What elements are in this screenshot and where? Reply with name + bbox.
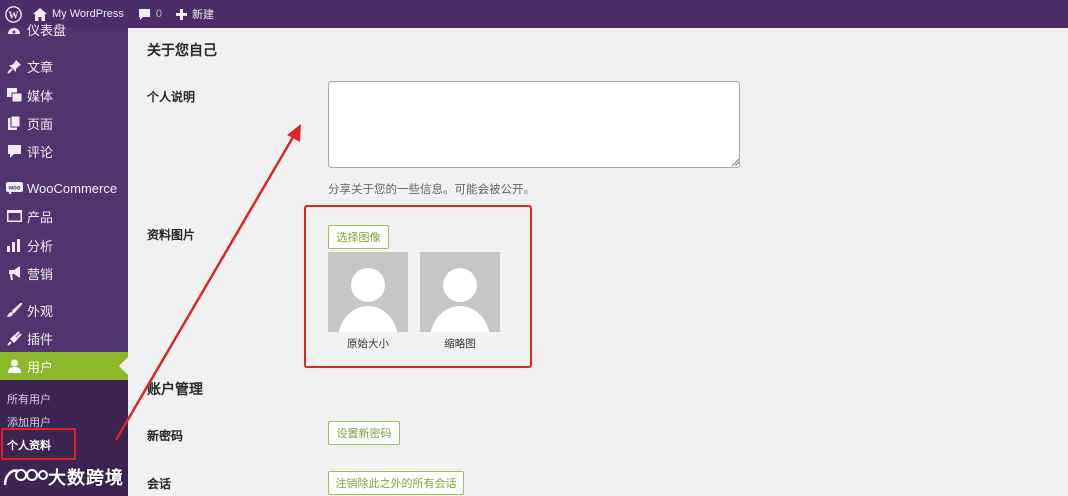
media-icon bbox=[5, 86, 23, 104]
menu-item-media[interactable]: 媒体 bbox=[0, 81, 128, 109]
watermark-text: 大数跨境 bbox=[48, 468, 124, 488]
menu-item-woocommerce[interactable]: woo WooCommerce bbox=[0, 174, 128, 202]
new-content-link[interactable]: 新建 bbox=[169, 0, 221, 28]
watermark: 大数跨境 bbox=[2, 463, 124, 491]
profile-form: 关于您自己 个人说明 分享关于您的一些信息。可能会被公开。 资料图片 选择图像 … bbox=[128, 28, 1068, 496]
bio-description: 分享关于您的一些信息。可能会被公开。 bbox=[328, 184, 535, 196]
menu-item-appearance[interactable]: 外观 bbox=[0, 296, 128, 324]
about-section-title: 关于您自己 bbox=[147, 42, 217, 58]
set-password-button[interactable]: 设置新密码 bbox=[328, 421, 400, 445]
watermark-logo-icon bbox=[3, 469, 48, 486]
menu-item-posts[interactable]: 文章 bbox=[0, 52, 128, 80]
logout-sessions-button[interactable]: 注销除此之外的所有会话 bbox=[328, 471, 464, 495]
menu-item-marketing[interactable]: 营销 bbox=[0, 259, 128, 287]
page-icon bbox=[5, 114, 23, 132]
bio-label: 个人说明 bbox=[147, 90, 196, 104]
plus-icon bbox=[176, 8, 188, 20]
pin-icon bbox=[5, 57, 23, 75]
profile-picture-label: 资料图片 bbox=[147, 228, 196, 242]
sidebar-highlight-box bbox=[1, 428, 76, 460]
menu-item-pages[interactable]: 页面 bbox=[0, 109, 128, 137]
woo-icon: woo bbox=[5, 179, 23, 197]
menu-item-products[interactable]: 产品 bbox=[0, 202, 128, 230]
comment-bubble-icon bbox=[138, 8, 150, 20]
analytics-icon bbox=[5, 236, 23, 254]
comments-link[interactable]: 0 bbox=[131, 0, 169, 28]
new-label: 新建 bbox=[192, 9, 215, 21]
menu-item-plugins[interactable]: 插件 bbox=[0, 324, 128, 352]
svg-text:woo: woo bbox=[7, 186, 20, 192]
menu-item-dashboard[interactable]: 仪表盘 bbox=[0, 15, 128, 43]
bio-textarea[interactable] bbox=[328, 81, 740, 168]
menu-item-analytics[interactable]: 分析 bbox=[0, 231, 128, 259]
resize-grip-icon bbox=[731, 158, 739, 166]
product-icon bbox=[5, 207, 23, 225]
menu-item-comments[interactable]: 评论 bbox=[0, 137, 128, 165]
brush-icon bbox=[5, 301, 23, 319]
user-icon bbox=[5, 357, 23, 375]
new-password-label: 新密码 bbox=[147, 429, 184, 443]
comments-count: 0 bbox=[155, 8, 163, 20]
dashboard-icon bbox=[5, 20, 23, 38]
profile-picture-highlight-box bbox=[304, 205, 532, 368]
plugin-icon bbox=[5, 329, 23, 347]
account-section-title: 账户管理 bbox=[147, 381, 203, 397]
megaphone-icon bbox=[5, 264, 23, 282]
menu-item-users[interactable]: 用户 bbox=[0, 352, 128, 380]
sessions-label: 会话 bbox=[147, 477, 172, 491]
admin-sidebar: 仪表盘 文章 媒体 页面 评论 woo WooCommerce 产品 分析 营销… bbox=[0, 23, 128, 496]
admin-bar: W My WordPress 0 新建 bbox=[0, 0, 1068, 28]
comment-icon bbox=[5, 142, 23, 160]
submenu-all-users[interactable]: 所有用户 bbox=[7, 391, 51, 407]
